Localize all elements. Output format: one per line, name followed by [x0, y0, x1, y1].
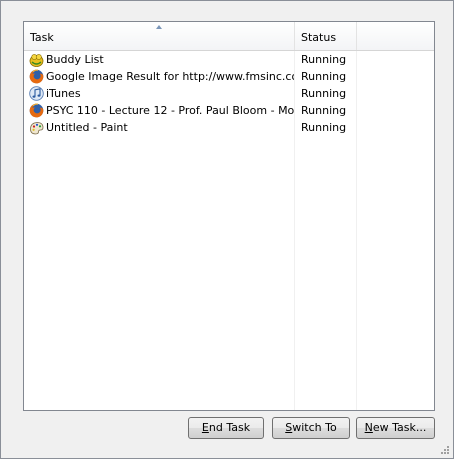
sort-ascending-icon	[156, 25, 162, 29]
new-task-button[interactable]: New Task...	[356, 417, 435, 439]
task-name: iTunes	[46, 87, 81, 100]
buddy-list-icon	[29, 54, 44, 67]
switch-to-label: witch To	[292, 421, 337, 434]
column-header-status-label: Status	[301, 31, 337, 44]
task-status: Running	[301, 53, 347, 66]
task-status: Running	[301, 121, 347, 134]
task-list[interactable]: Task Status Buddy List Running Google Im…	[23, 21, 435, 411]
task-name: PSYC 110 - Lecture 12 - Prof. Paul Bloom…	[46, 104, 294, 117]
firefox-icon	[29, 103, 44, 118]
task-row[interactable]: Untitled - Paint Running	[24, 119, 434, 136]
paint-icon	[30, 122, 44, 135]
task-status: Running	[301, 87, 347, 100]
switch-to-button[interactable]: Switch To	[272, 417, 350, 439]
column-header-task-label: Task	[30, 31, 54, 44]
window-top-area	[2, 2, 452, 14]
column-header-status[interactable]: Status	[295, 22, 357, 50]
column-header-filler	[357, 22, 434, 50]
itunes-icon	[29, 86, 44, 101]
task-status: Running	[301, 70, 347, 83]
new-task-label: ew Task...	[372, 421, 427, 434]
task-name: Buddy List	[46, 53, 104, 66]
new-task-mnemonic: N	[364, 421, 373, 434]
task-rows: Buddy List Running Google Image Result f…	[24, 51, 434, 136]
end-task-label: nd Task	[208, 421, 251, 434]
task-row[interactable]: Google Image Result for http://www.fmsin…	[24, 68, 434, 85]
firefox-icon	[29, 69, 44, 84]
task-status: Running	[301, 104, 347, 117]
resize-grip-icon[interactable]	[440, 445, 450, 455]
task-manager-window: Task Status Buddy List Running Google Im…	[0, 0, 454, 459]
task-row[interactable]: Buddy List Running	[24, 51, 434, 68]
task-name: Google Image Result for http://www.fmsin…	[46, 70, 294, 83]
task-name: Untitled - Paint	[46, 121, 128, 134]
column-header-task[interactable]: Task	[24, 22, 295, 50]
end-task-button[interactable]: End Task	[188, 417, 264, 439]
end-task-mnemonic: E	[201, 421, 209, 434]
task-row[interactable]: iTunes Running	[24, 85, 434, 102]
task-row[interactable]: PSYC 110 - Lecture 12 - Prof. Paul Bloom…	[24, 102, 434, 119]
list-header: Task Status	[24, 22, 434, 51]
